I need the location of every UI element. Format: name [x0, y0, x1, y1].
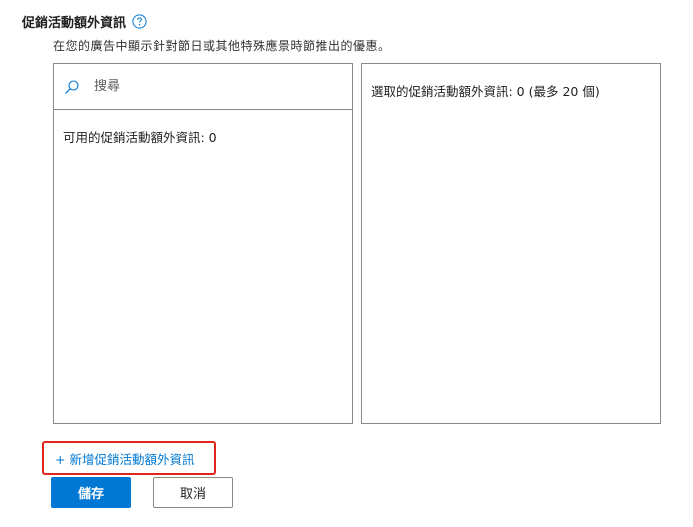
add-promotion-extension-link[interactable]: + 新增促銷活動額外資訊: [55, 449, 194, 468]
save-button[interactable]: 儲存: [51, 477, 131, 508]
section-description: 在您的廣告中顯示針對節日或其他特殊應景時節推出的優惠。: [53, 39, 391, 53]
selected-extensions-panel: 選取的促銷活動額外資訊: 0 (最多 20 個): [361, 63, 661, 424]
selected-count-label: 選取的促銷活動額外資訊: 0 (最多 20 個): [371, 84, 600, 99]
promotion-extensions-editor: 促銷活動額外資訊 在您的廣告中顯示針對節日或其他特殊應景時節推出的優惠。 可用的…: [0, 0, 693, 527]
search-icon: [64, 79, 80, 95]
available-extensions-panel: 可用的促銷活動額外資訊: 0: [53, 63, 353, 424]
section-title: 促銷活動額外資訊: [22, 16, 127, 31]
search-input[interactable]: [94, 79, 334, 94]
cancel-button[interactable]: 取消: [153, 477, 233, 508]
question-circle-icon[interactable]: [132, 14, 147, 29]
search-box[interactable]: [54, 64, 352, 110]
add-link-highlight: + 新增促銷活動額外資訊: [42, 441, 216, 475]
section-header: 促銷活動額外資訊: [22, 12, 147, 31]
available-count-label: 可用的促銷活動額外資訊: 0: [63, 130, 217, 145]
